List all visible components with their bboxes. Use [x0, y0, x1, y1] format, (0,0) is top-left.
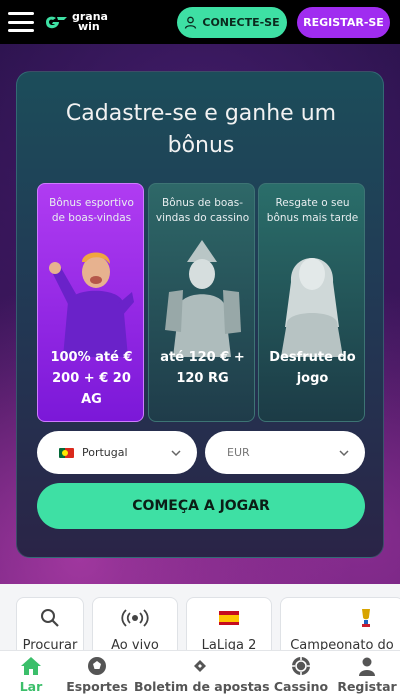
register-button[interactable]: REGISTAR-SE: [297, 7, 390, 38]
logo-mark-icon: [46, 16, 67, 29]
quick-link-laliga2[interactable]: LaLiga 2: [186, 597, 272, 657]
quick-link-search[interactable]: Procurar: [16, 597, 84, 657]
country-select[interactable]: Portugal: [37, 431, 197, 474]
nav-item-home[interactable]: Lar: [4, 651, 58, 700]
football-player-image: [49, 252, 134, 357]
top-header: grana win CONECTE-SE REGISTAR-SE: [0, 0, 400, 44]
hamburger-menu-icon[interactable]: [8, 12, 34, 32]
woman-portrait-image: [281, 258, 343, 357]
connect-button[interactable]: CONECTE-SE: [177, 7, 287, 38]
goddess-statue-image: [165, 240, 241, 357]
search-icon: [41, 609, 59, 627]
start-playing-button[interactable]: COMEÇA A JOGAR: [37, 483, 365, 529]
nav-item-betslip[interactable]: Boletim de apostas: [134, 651, 270, 700]
chevron-down-icon: [171, 449, 181, 456]
nav-casino-label: Cassino: [273, 679, 329, 694]
register-button-label: REGISTAR-SE: [303, 16, 384, 29]
user-outline-icon: [185, 16, 197, 29]
bonus-option-sports[interactable]: Bônus esportivo de boas-vindas 100% até …: [37, 183, 144, 422]
connect-button-label: CONECTE-SE: [202, 16, 280, 29]
bottom-navigation: Lar Esportes Boletim de apostas Cassino …: [0, 650, 400, 700]
signup-title: Cadastre-se e ganhe um bônus: [65, 101, 337, 158]
nav-item-register[interactable]: Registar: [336, 651, 398, 700]
spain-flag-icon: [219, 611, 239, 625]
bonus-later-title: Resgate o seu bônus mais tarde: [266, 197, 359, 224]
bonus-option-casino[interactable]: Bônus de boas-vindas do cassino até 120 …: [148, 183, 255, 422]
nav-item-casino[interactable]: Cassino: [272, 651, 330, 700]
currency-select-value: EUR: [227, 446, 250, 459]
logo-text-line2: win: [78, 20, 100, 33]
bonus-later-text: Desfrute do jogo: [269, 350, 356, 386]
bonus-sports-title: Bônus esportivo de boas-vindas: [49, 197, 134, 224]
quick-link-championship[interactable]: Campeonato do: [280, 597, 400, 657]
signup-card: Cadastre-se e ganhe um bônus Bônus espor…: [16, 71, 384, 558]
soccer-ball-icon: [88, 657, 106, 675]
trophy-icon: [362, 609, 370, 627]
nav-home-label: Lar: [19, 679, 43, 694]
home-icon: [21, 657, 41, 675]
start-playing-label: COMEÇA A JOGAR: [132, 498, 270, 514]
bonus-casino-title: Bônus de boas-vindas do cassino: [155, 197, 250, 224]
bonus-casino-amount: até 120 € + 120 RG: [160, 350, 245, 386]
live-broadcast-icon: [121, 609, 149, 627]
portugal-flag-icon: [59, 447, 74, 458]
user-icon: [359, 657, 375, 676]
bonus-option-later[interactable]: Resgate o seu bônus mais tarde Desfrute …: [258, 183, 365, 422]
nav-register-label: Registar: [337, 679, 397, 694]
casino-chip-icon: [292, 657, 310, 675]
chevron-down-icon: [339, 449, 349, 456]
currency-select[interactable]: EUR: [205, 431, 365, 474]
country-select-value: Portugal: [82, 446, 128, 459]
nav-item-sports[interactable]: Esportes: [64, 651, 130, 700]
nav-betslip-label: Boletim de apostas: [134, 679, 270, 694]
bet-slip-icon: [194, 660, 206, 672]
quick-link-live[interactable]: Ao vivo: [92, 597, 178, 657]
logo-text: grana win: [72, 11, 108, 33]
nav-sports-label: Esportes: [66, 679, 128, 694]
bonus-sports-amount: 100% até € 200 + € 20 AG: [50, 350, 133, 407]
granawin-logo[interactable]: grana win: [43, 11, 108, 33]
